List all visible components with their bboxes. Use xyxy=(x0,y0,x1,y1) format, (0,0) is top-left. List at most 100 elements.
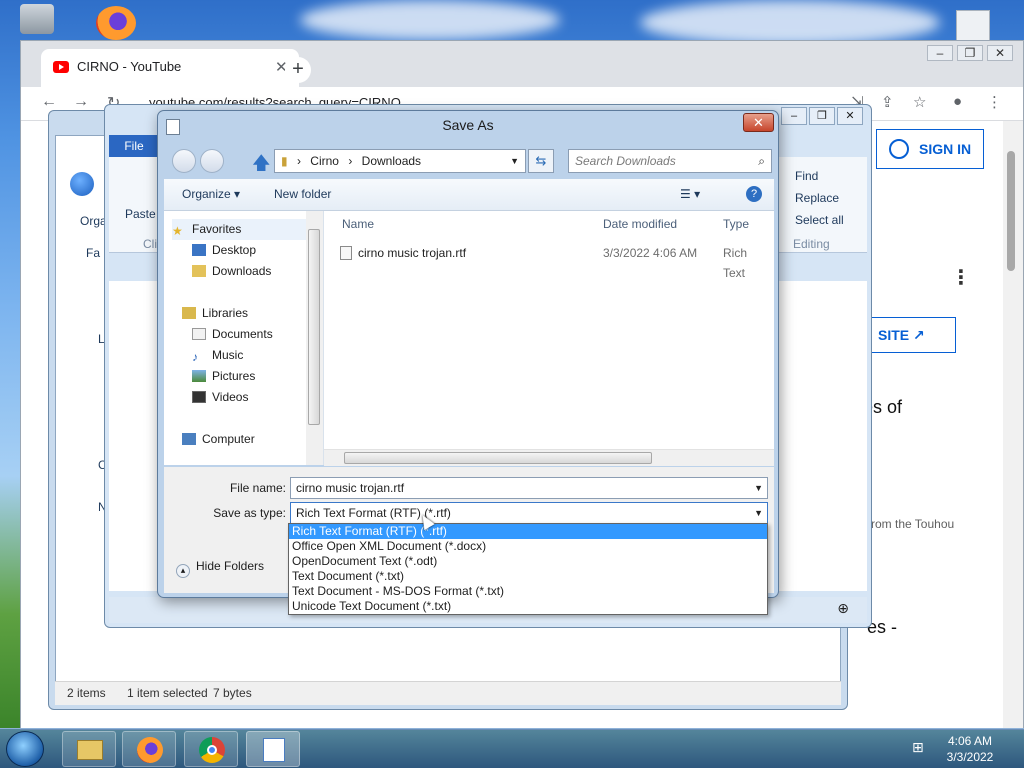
hide-folders-button[interactable]: ▴ Hide Folders xyxy=(176,559,264,578)
new-folder-button[interactable]: New folder xyxy=(274,187,331,201)
firefox-desktop-icon[interactable] xyxy=(96,6,136,40)
nav-favorites[interactable]: ★ Favorites xyxy=(172,219,310,240)
select-all-button[interactable]: Select all xyxy=(795,213,844,227)
taskbar-explorer[interactable] xyxy=(62,731,116,767)
close-button[interactable]: ✕ xyxy=(987,45,1013,61)
maximize-button[interactable]: ❐ xyxy=(957,45,983,61)
view-options-icon[interactable]: ☰ ▾ xyxy=(680,187,700,201)
save-type-select[interactable]: Rich Text Format (RTF) (*.rtf) ▼ xyxy=(290,502,768,524)
tab-title: CIRNO - YouTube xyxy=(77,59,182,74)
wordpad-maximize-button[interactable]: ❐ xyxy=(809,107,835,125)
start-button[interactable] xyxy=(6,731,44,767)
taskbar-wordpad[interactable] xyxy=(246,731,300,767)
nav-documents[interactable]: Documents xyxy=(192,324,273,345)
find-button[interactable]: Find xyxy=(795,169,818,183)
minimize-button[interactable]: – xyxy=(927,45,953,61)
editing-group-label: Editing xyxy=(793,237,830,251)
explorer-status-bar: 2 items 1 item selected 7 bytes xyxy=(55,681,841,705)
sign-in-label: SIGN IN xyxy=(919,141,972,157)
wordpad-minimize-button[interactable]: – xyxy=(781,107,807,125)
taskbar-firefox[interactable] xyxy=(122,731,176,767)
clock-date: 3/3/2022 xyxy=(946,750,994,764)
option-docx[interactable]: Office Open XML Document (*.docx) xyxy=(289,539,767,554)
file-date: 3/3/2022 4:06 AM xyxy=(603,246,698,260)
file-name: cirno music trojan.rtf xyxy=(358,246,467,260)
explorer-back-icon[interactable] xyxy=(70,172,94,196)
firefox-icon xyxy=(137,737,163,763)
column-date-modified[interactable]: Date modified xyxy=(603,217,677,231)
back-icon[interactable]: ← xyxy=(41,93,57,111)
save-type-dropdown-icon[interactable]: ▼ xyxy=(754,503,763,523)
desktop-icon xyxy=(192,244,206,256)
file-list-scrollbar[interactable] xyxy=(324,449,774,466)
option-odt[interactable]: OpenDocument Text (*.odt) xyxy=(289,554,767,569)
breadcrumb[interactable]: ▮ › Cirno › Downloads ▼ xyxy=(274,149,526,173)
dialog-forward-button[interactable] xyxy=(200,149,224,173)
breadcrumb-dropdown-icon[interactable]: ▼ xyxy=(510,150,519,172)
column-name[interactable]: Name xyxy=(342,217,374,231)
search-icon: ⌕ xyxy=(758,154,765,168)
option-unicode-txt[interactable]: Unicode Text Document (*.txt) xyxy=(289,599,767,614)
nav-pane-scrollbar[interactable] xyxy=(306,211,323,465)
help-icon[interactable]: ? xyxy=(746,186,762,202)
file-list: Name Date modified Type cirno music troj… xyxy=(324,211,774,465)
star-icon: ★ xyxy=(172,224,183,238)
option-rtf[interactable]: Rich Text Format (RTF) (*.rtf) xyxy=(289,524,767,539)
new-tab-button[interactable]: + xyxy=(285,57,311,83)
taskbar-chrome[interactable] xyxy=(184,731,238,767)
dialog-close-button[interactable]: ✕ xyxy=(743,113,774,132)
clock[interactable]: 4:06 AM 3/3/2022 xyxy=(930,733,1010,765)
explorer-nav-favorites[interactable]: Fa xyxy=(86,246,100,260)
profile-icon[interactable]: ● xyxy=(953,93,962,110)
up-arrow-icon[interactable]: 🡅 xyxy=(252,151,271,181)
nav-desktop[interactable]: Desktop xyxy=(192,240,256,261)
dialog-back-button[interactable] xyxy=(172,149,196,173)
rtf-file-icon xyxy=(340,246,352,260)
breadcrumb-downloads[interactable]: Downloads xyxy=(362,154,421,168)
music-icon: ♪ xyxy=(192,350,198,364)
clock-time: 4:06 AM xyxy=(947,734,993,748)
downloads-folder-icon xyxy=(192,265,206,277)
bookmark-star-icon[interactable]: ☆ xyxy=(913,93,926,111)
visit-site-button[interactable]: SITE ↗ xyxy=(861,317,956,353)
file-name-input[interactable]: cirno music trojan.rtf ▼ xyxy=(290,477,768,499)
account-icon xyxy=(889,139,909,159)
libraries-icon xyxy=(182,307,196,319)
option-msdos-txt[interactable]: Text Document - MS-DOS Format (*.txt) xyxy=(289,584,767,599)
more-options-icon[interactable]: ⋮ xyxy=(951,265,971,290)
option-txt[interactable]: Text Document (*.txt) xyxy=(289,569,767,584)
search-placeholder: Search Downloads xyxy=(575,154,676,168)
wordpad-close-button[interactable]: ✕ xyxy=(837,107,863,125)
sign-in-button[interactable]: SIGN IN xyxy=(876,129,984,169)
nav-music[interactable]: ♪ Music xyxy=(192,345,243,366)
nav-downloads[interactable]: Downloads xyxy=(192,261,271,282)
dialog-toolbar: Organize ▾ New folder ☰ ▾ ? xyxy=(164,179,774,211)
status-size: 7 bytes xyxy=(213,686,252,700)
page-scrollbar[interactable] xyxy=(1003,121,1023,729)
zoom-in-icon[interactable]: ⊕ xyxy=(837,600,849,617)
file-row[interactable]: cirno music trojan.rtf 3/3/2022 4:06 AM … xyxy=(340,243,760,280)
file-tab[interactable]: File xyxy=(109,135,159,157)
breadcrumb-cirno[interactable]: Cirno xyxy=(310,154,339,168)
network-icon[interactable]: ⊞ xyxy=(912,739,924,756)
file-name-dropdown-icon[interactable]: ▼ xyxy=(754,478,763,498)
wordpad-window-controls: – ❐ ✕ xyxy=(779,107,863,125)
column-type[interactable]: Type xyxy=(723,217,749,231)
search-input[interactable]: Search Downloads ⌕ xyxy=(568,149,772,173)
paste-button[interactable]: Paste xyxy=(125,207,156,221)
document-desktop-icon[interactable] xyxy=(956,10,990,44)
recycle-bin-icon[interactable] xyxy=(20,4,54,34)
nav-computer[interactable]: Computer xyxy=(182,429,255,450)
nav-pictures[interactable]: Pictures xyxy=(192,366,255,387)
nav-libraries[interactable]: Libraries xyxy=(182,303,248,324)
browser-tab[interactable]: CIRNO - YouTube ✕ xyxy=(41,49,299,87)
organize-button[interactable]: Organize ▾ xyxy=(182,187,240,201)
share-icon[interactable]: ⇪ xyxy=(881,93,894,111)
menu-icon[interactable]: ⋮ xyxy=(987,93,1002,111)
nav-videos[interactable]: Videos xyxy=(192,387,248,408)
replace-button[interactable]: Replace xyxy=(795,191,839,205)
refresh-button[interactable]: ⇆ xyxy=(528,149,554,173)
forward-icon[interactable]: → xyxy=(73,93,89,111)
dialog-title: Save As xyxy=(442,117,494,133)
navigation-pane: ★ Favorites Desktop Downloads Libraries D… xyxy=(164,211,324,465)
